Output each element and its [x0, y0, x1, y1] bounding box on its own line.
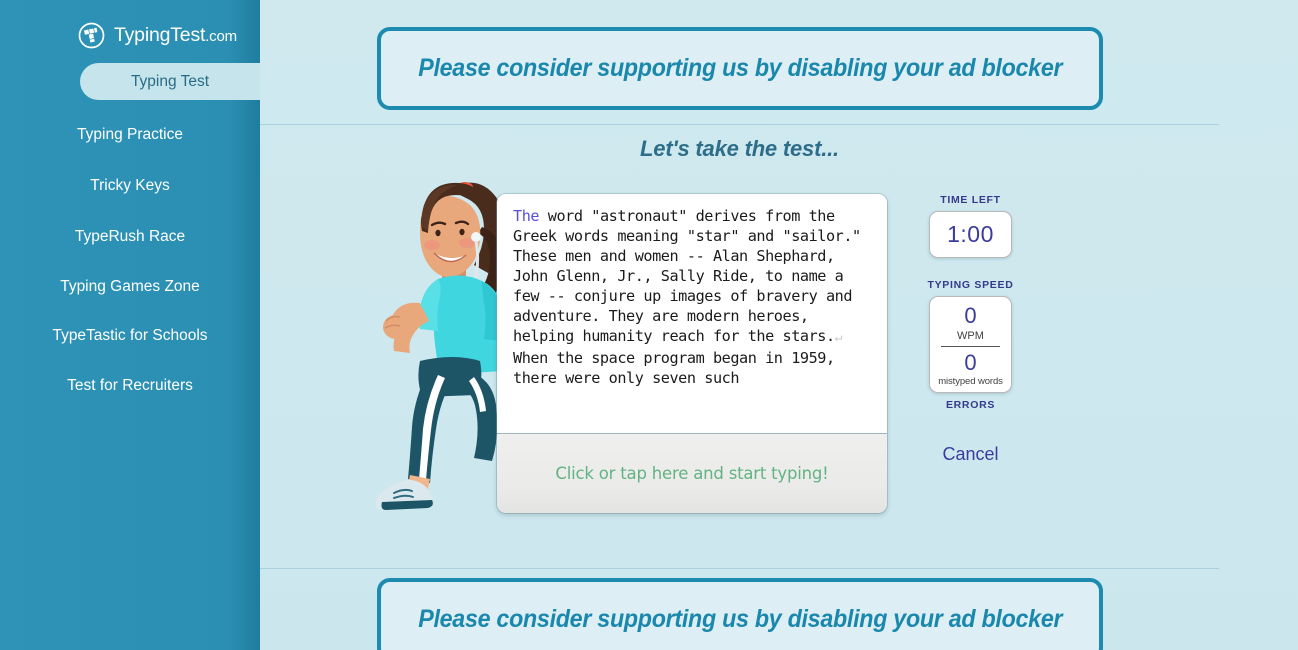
main-content: Please consider supporting us by disabli…	[260, 0, 1298, 650]
stat-divider	[941, 346, 1000, 347]
stats-panel: TIME LEFT 1:00 TYPING SPEED 0 WPM 0 mist…	[908, 194, 1033, 465]
divider-bottom	[260, 568, 1219, 569]
test-paragraph-1: word "astronaut" derives from the Greek …	[513, 207, 870, 345]
sidebar-item-typetastic-for-schools[interactable]: TypeTastic for Schools	[0, 318, 260, 353]
sidebar-item-typing-practice[interactable]: Typing Practice	[0, 116, 260, 153]
typing-input-placeholder: Click or tap here and start typing!	[555, 464, 829, 483]
ad-blocker-notice-bottom[interactable]: Please consider supporting us by disabli…	[377, 578, 1103, 650]
stats-spacer	[908, 258, 1033, 279]
return-symbol-icon: ↵	[834, 330, 843, 345]
ad-blocker-notice-bottom-text: Please consider supporting us by disabli…	[417, 605, 1063, 633]
typing-speed-label: TYPING SPEED	[927, 279, 1014, 291]
ad-blocker-notice-top-text: Please consider supporting us by disabli…	[417, 54, 1063, 82]
divider-top	[260, 124, 1219, 125]
typingtest-page: TypingTest.com Typing Test Typing Practi…	[0, 0, 1298, 650]
time-left-box: 1:00	[929, 211, 1012, 258]
typingtest-t-logo-icon	[78, 22, 105, 49]
page-title: Let's take the test...	[640, 136, 839, 161]
time-left-value: 1:00	[947, 221, 994, 247]
test-paragraph-2: When the space program began in 1959, th…	[513, 349, 844, 387]
sidebar-item-typing-test[interactable]: Typing Test	[80, 63, 260, 100]
brand-logo-link[interactable]: TypingTest.com	[0, 0, 260, 52]
test-text-display: The word "astronaut" derives from the Gr…	[497, 194, 887, 433]
brand-suffix: .com	[205, 27, 237, 45]
sidebar: TypingTest.com Typing Test Typing Practi…	[0, 0, 260, 650]
sidebar-item-tricky-keys[interactable]: Tricky Keys	[0, 167, 260, 204]
errors-label: ERRORS	[945, 399, 996, 411]
cancel-button[interactable]: Cancel	[908, 444, 1033, 465]
brand-name: TypingTest.com	[114, 23, 237, 46]
ad-blocker-notice-top[interactable]: Please consider supporting us by disabli…	[377, 27, 1103, 110]
typing-input-area[interactable]: Click or tap here and start typing!	[497, 433, 887, 513]
sidebar-item-typerush-race[interactable]: TypeRush Race	[0, 218, 260, 255]
sidebar-item-test-for-recruiters[interactable]: Test for Recruiters	[0, 367, 260, 404]
wpm-unit: WPM	[957, 330, 984, 342]
typing-speed-box: 0 WPM 0 mistyped words	[929, 296, 1012, 393]
errors-value: 0	[964, 350, 977, 375]
time-left-label: TIME LEFT	[940, 194, 1001, 206]
typing-test-panel: The word "astronaut" derives from the Gr…	[497, 194, 887, 513]
sidebar-item-typing-games-zone[interactable]: Typing Games Zone	[0, 269, 260, 304]
wpm-value: 0	[964, 303, 977, 328]
sidebar-nav: Typing Test Typing Practice Tricky Keys …	[0, 63, 260, 404]
current-word: The	[513, 207, 540, 225]
errors-unit: mistyped words	[938, 376, 1003, 387]
